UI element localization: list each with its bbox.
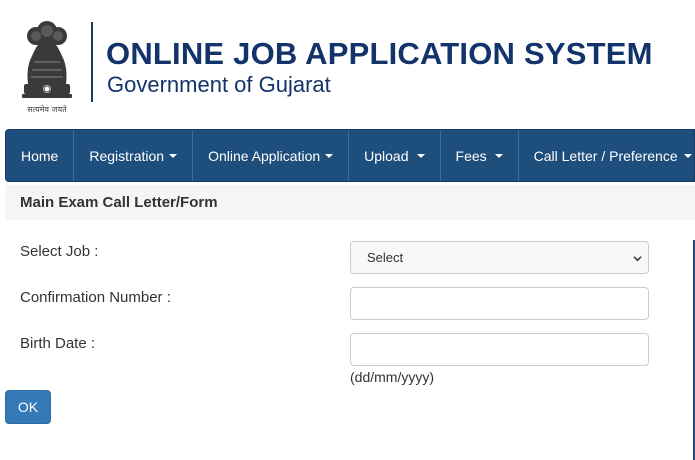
chevron-down-icon (416, 153, 425, 158)
panel-heading: Main Exam Call Letter/Form (5, 185, 695, 220)
nav-online-application-label: Online Application (208, 147, 321, 164)
chevron-down-icon (325, 153, 334, 158)
select-job-value: Select (367, 250, 404, 265)
emblem-motto: सत्यमेव जयते (27, 105, 67, 114)
select-job-dropdown[interactable]: Select (350, 241, 649, 274)
nav-upload[interactable]: Upload (349, 130, 441, 181)
nav-fees-label: Fees (455, 147, 487, 164)
app-title: ONLINE JOB APPLICATION SYSTEM (106, 36, 653, 71)
nav-home[interactable]: Home (6, 130, 75, 181)
main-navbar: Home Registration Online Application Upl… (5, 129, 695, 182)
chevron-down-icon (683, 153, 692, 158)
chevron-down-icon (633, 256, 642, 262)
nav-upload-label: Upload (364, 147, 409, 164)
confirmation-number-input[interactable] (350, 287, 649, 320)
nav-call-letter-preference[interactable]: Call Letter / Preference (519, 130, 694, 181)
ok-button[interactable]: OK (5, 390, 51, 424)
confirmation-number-label: Confirmation Number : (20, 289, 171, 306)
chevron-down-icon (494, 153, 503, 158)
birth-date-label: Birth Date : (20, 335, 96, 352)
birth-date-input[interactable] (350, 333, 649, 366)
app-subtitle: Government of Gujarat (107, 72, 331, 97)
state-emblem-logo: सत्यमेव जयते (14, 12, 80, 120)
nav-home-label: Home (21, 147, 59, 164)
site-header: सत्यमेव जयते ONLINE JOB APPLICATION SYST… (0, 0, 695, 128)
nav-fees[interactable]: Fees (441, 130, 519, 181)
nav-registration[interactable]: Registration (74, 130, 194, 181)
nav-registration-label: Registration (89, 147, 165, 164)
select-job-label: Select Job : (20, 243, 99, 260)
birth-date-format-hint: (dd/mm/yyyy) (350, 369, 434, 385)
header-divider (91, 22, 93, 102)
chevron-down-icon (169, 153, 178, 158)
nav-call-letter-preference-label: Call Letter / Preference (533, 147, 678, 164)
nav-online-application[interactable]: Online Application (193, 130, 350, 181)
